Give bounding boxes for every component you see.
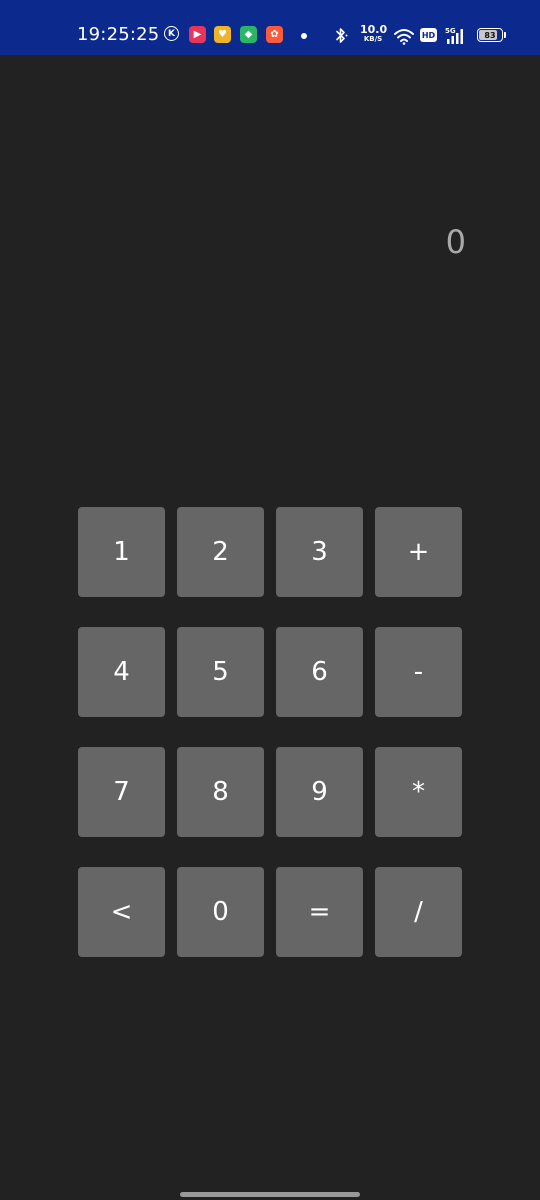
key-3[interactable]: 3 bbox=[276, 507, 363, 597]
key-backspace[interactable]: < bbox=[78, 867, 165, 957]
key-6[interactable]: 6 bbox=[276, 627, 363, 717]
cellular-signal-icon: 5G bbox=[445, 27, 469, 45]
key-divide[interactable]: / bbox=[375, 867, 462, 957]
key-5[interactable]: 5 bbox=[177, 627, 264, 717]
key-4[interactable]: 4 bbox=[78, 627, 165, 717]
key-subtract[interactable]: - bbox=[375, 627, 462, 717]
key-multiply[interactable]: * bbox=[375, 747, 462, 837]
k-app-icon: K bbox=[164, 26, 179, 41]
shield-app-icon: ◆ bbox=[240, 26, 257, 43]
key-2[interactable]: 2 bbox=[177, 507, 264, 597]
calculator-display: 0 bbox=[445, 223, 466, 261]
status-bar: 19:25:25 K ▶ ♥ ◆ ✿ 10.0 KB/S HD 5G 83 bbox=[0, 0, 540, 55]
key-8[interactable]: 8 bbox=[177, 747, 264, 837]
key-equals[interactable]: = bbox=[276, 867, 363, 957]
key-add[interactable]: + bbox=[375, 507, 462, 597]
key-7[interactable]: 7 bbox=[78, 747, 165, 837]
bluetooth-icon bbox=[336, 28, 348, 43]
key-1[interactable]: 1 bbox=[78, 507, 165, 597]
gift-app-icon: ✿ bbox=[266, 26, 283, 43]
keypad: 1 2 3 + 4 5 6 - 7 8 9 * < 0 = / bbox=[78, 507, 462, 957]
battery-level: 83 bbox=[484, 30, 496, 40]
network-speed: 10.0 KB/S bbox=[360, 23, 388, 43]
key-9[interactable]: 9 bbox=[276, 747, 363, 837]
hd-badge: HD bbox=[420, 28, 437, 42]
video-app-icon: ▶ bbox=[189, 26, 206, 43]
battery-tip bbox=[504, 32, 506, 38]
status-time: 19:25:25 bbox=[77, 24, 160, 45]
notification-dot-icon bbox=[301, 33, 307, 39]
signal-bars-icon bbox=[447, 29, 463, 44]
home-indicator[interactable] bbox=[180, 1192, 360, 1197]
wifi-icon bbox=[394, 29, 414, 45]
battery-icon: 83 bbox=[477, 28, 503, 42]
key-0[interactable]: 0 bbox=[177, 867, 264, 957]
heart-app-icon: ♥ bbox=[214, 26, 231, 43]
